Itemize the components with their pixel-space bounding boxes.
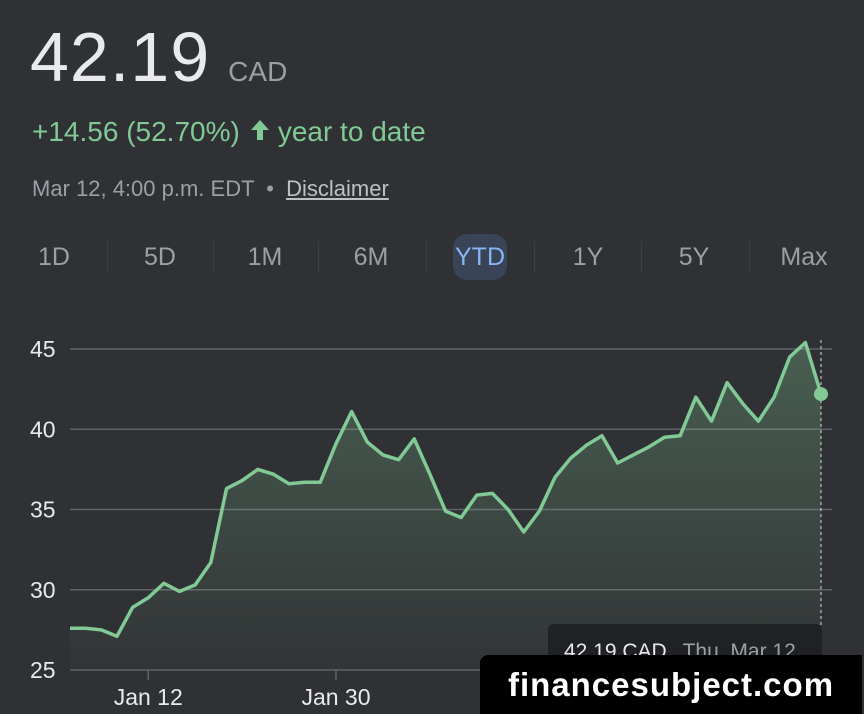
data-point (600, 434, 604, 438)
data-point (115, 634, 119, 638)
x-tick-label: Jan 30 (301, 684, 370, 710)
timestamp: Mar 12, 4:00 p.m. EDT (32, 176, 255, 201)
range-1y[interactable]: 1Y (553, 234, 623, 280)
y-tick-label: 30 (30, 577, 56, 603)
data-point (788, 355, 792, 359)
disclaimer-link[interactable]: Disclaimer (286, 176, 389, 201)
data-point (522, 530, 526, 534)
data-point (741, 402, 745, 406)
range-1m[interactable]: 1M (230, 234, 300, 280)
data-point (131, 605, 135, 609)
price-change: +14.56 (52.70%) year to date (32, 116, 426, 148)
data-point (99, 628, 103, 632)
data-point (569, 456, 573, 460)
range-max[interactable]: Max (769, 234, 839, 280)
data-point (756, 419, 760, 423)
y-tick-label: 40 (30, 416, 56, 442)
data-point (162, 581, 166, 585)
currency-label: CAD (228, 56, 288, 87)
change-value: +14.56 (52.70%) (32, 116, 240, 147)
data-point (68, 626, 72, 630)
data-point (287, 482, 291, 486)
arrow-up-icon (250, 116, 270, 148)
data-point (678, 434, 682, 438)
range-divider (534, 242, 535, 272)
data-point (365, 440, 369, 444)
price-header: 42.19 CAD (30, 22, 287, 92)
data-point (506, 508, 510, 512)
range-divider (641, 242, 642, 272)
range-6m[interactable]: 6M (336, 234, 406, 280)
data-point (256, 467, 260, 471)
data-point (334, 442, 338, 446)
data-point (240, 479, 244, 483)
range-divider (426, 242, 427, 272)
y-tick-label: 45 (30, 336, 56, 362)
data-point (725, 381, 729, 385)
range-5d[interactable]: 5D (125, 234, 195, 280)
data-point (490, 491, 494, 495)
data-point (475, 493, 479, 497)
data-point (428, 472, 432, 476)
data-point (303, 480, 307, 484)
current-price: 42.19 (30, 18, 211, 96)
data-point (318, 480, 322, 484)
data-point (584, 443, 588, 447)
data-point (694, 395, 698, 399)
data-point (709, 419, 713, 423)
range-5y[interactable]: 5Y (659, 234, 729, 280)
data-point (772, 395, 776, 399)
range-1d[interactable]: 1D (19, 234, 89, 280)
data-point (84, 626, 88, 630)
range-divider (749, 242, 750, 272)
last-point-marker (814, 387, 828, 402)
data-point (803, 341, 807, 345)
y-tick-label: 35 (30, 497, 56, 523)
data-point (647, 445, 651, 449)
watermark: financesubject.com (480, 655, 862, 714)
data-point (537, 509, 541, 513)
data-point (381, 453, 385, 457)
x-tick-label: Jan 12 (114, 684, 183, 710)
range-divider (213, 242, 214, 272)
price-area-fill (70, 342, 821, 670)
data-point (616, 461, 620, 465)
timestamp-row: Mar 12, 4:00 p.m. EDT • Disclaimer (32, 176, 389, 202)
data-point (444, 509, 448, 513)
data-point (178, 589, 182, 593)
range-divider (107, 242, 108, 272)
data-point (193, 583, 197, 587)
y-tick-label: 25 (30, 657, 56, 683)
range-selector: 1D 5D 1M 6M YTD 1Y 5Y Max (0, 234, 864, 282)
change-period: year to date (277, 116, 426, 147)
data-point (146, 596, 150, 600)
range-ytd[interactable]: YTD (453, 234, 507, 280)
data-point (397, 458, 401, 462)
data-point (209, 560, 213, 564)
data-point (663, 435, 667, 439)
data-point (631, 453, 635, 457)
data-point (350, 410, 354, 414)
data-point (271, 472, 275, 476)
data-point (553, 475, 557, 479)
data-point (459, 516, 463, 520)
range-divider (318, 242, 319, 272)
data-point (224, 487, 228, 491)
data-point (412, 437, 416, 441)
separator-dot: • (266, 176, 274, 201)
